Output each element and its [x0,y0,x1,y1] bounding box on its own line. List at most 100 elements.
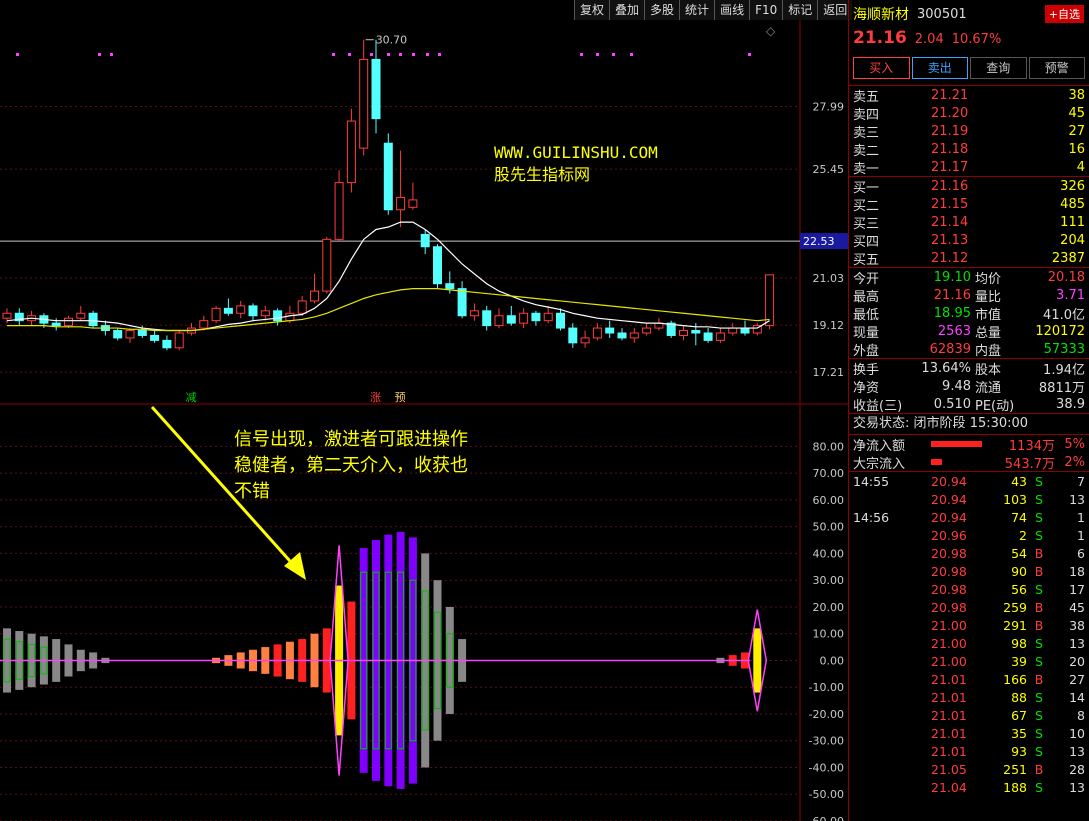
tick-side: B [1034,761,1044,777]
price-tick-label: 19.12 [813,319,845,332]
stat-value: 3.71 [1056,287,1085,303]
bid-price: 21.13 [931,232,969,248]
tick-side: B [1034,617,1044,633]
stock-title: 海顺新材 300501 +自选 [849,0,1089,28]
quote-panel: 海顺新材 300501 +自选 21.16 2.04 10.67% 买入 卖出 … [848,0,1089,821]
query-button[interactable]: 查询 [970,57,1027,79]
tick-side: S [1035,653,1043,669]
candle-body [592,327,602,339]
stat-value: 21.16 [933,287,971,303]
trade-status-value: 闭市阶段 [913,416,966,431]
tick-count: 38 [1069,617,1085,633]
toolbar-huaxian[interactable]: 画线 [714,0,750,20]
candle-body [162,339,172,349]
indicator-tick-label: 30.00 [813,574,845,587]
toolbar-fuquan[interactable]: 复权 [574,0,610,20]
tick-volume: 88 [1011,689,1027,705]
ask-row[interactable]: 卖二 21.18 16 [849,140,1089,159]
tick-side: S [1035,527,1043,543]
tick-price: 21.00 [931,653,967,669]
toolbar-tongji[interactable]: 统计 [679,0,715,20]
stat-value: 8811万 [1038,380,1085,396]
tick-count: 17 [1069,581,1085,597]
candle-body [765,274,775,327]
add-watchlist-button[interactable]: +自选 [1044,5,1084,23]
stat-value: 62839 [929,341,971,357]
marker-dot [387,53,390,56]
kline-chart[interactable]: ◇ 27.99 25.45 21.03 19.12 17.21 80.00 70.00 60.… [0,0,848,821]
bid-row[interactable]: 买二 21.15 485 [849,195,1089,214]
toolbar-f10[interactable]: F10 [749,0,783,20]
flow-row: 净流入额 1134万 5% [849,435,1089,454]
toolbar-duogu[interactable]: 多股 [644,0,680,20]
stat-label: 均价 [975,271,1002,287]
bid-label: 买四 [853,234,880,250]
marker-dot [110,53,113,56]
tick-count: 18 [1069,563,1085,579]
candle-body [174,332,184,349]
flow-bar [931,459,942,465]
ask-row[interactable]: 卖三 21.19 27 [849,122,1089,141]
tick-volume: 39 [1011,653,1027,669]
candle-body [691,330,701,334]
ask-list: 卖五 21.21 38 卖四 21.20 45 卖三 21.19 27 卖二 21.18 16 卖一 21… [849,86,1089,177]
tick-volume: 35 [1011,725,1027,741]
stock-code: 300501 [917,6,967,22]
flow-pct: 2% [1064,454,1085,470]
stat-label: 最低 [853,307,880,323]
stat-value: 38.9 [1056,396,1085,412]
flow-value: 543.7万 [1004,456,1055,472]
bid-label: 买二 [853,198,880,214]
tick-list[interactable]: 14:55 20.94 43 S 7 20.94 103 S 13 14:56 20.94 74 S 1 2… [849,472,1089,796]
indicator-tick-label: 40.00 [813,547,845,560]
candle-body [740,327,750,334]
indicator-tick-label: -60.00 [809,815,844,821]
alert-button[interactable]: 预警 [1028,57,1085,79]
candle-body [629,332,639,339]
tick-price: 21.01 [931,707,967,723]
candle-body [457,288,467,317]
price-row: 21.16 2.04 10.67% [849,28,1089,54]
bid-row[interactable]: 买四 21.13 204 [849,231,1089,250]
bid-row[interactable]: 买五 21.12 2387 [849,249,1089,268]
signal-tag: 减 [186,391,197,404]
marker-dot [438,53,441,56]
signal-tag: 预 [395,391,406,404]
tick-volume: 43 [1011,473,1027,489]
price-tick-label: 21.03 [813,272,845,285]
ask-row[interactable]: 卖四 21.20 45 [849,104,1089,123]
stat-value: 9.48 [942,378,971,394]
tick-count: 1 [1077,527,1085,543]
candle-body [88,312,98,327]
stat-label: 流通 [975,380,1002,396]
bid-row[interactable]: 买三 21.14 111 [849,213,1089,232]
price-tick-label: 27.99 [813,101,845,114]
bid-row[interactable]: 买一 21.16 326 [849,177,1089,196]
tick-row: 21.01 67 S 8 [849,706,1089,724]
chart-toolbar: 复权 叠加 多股 统计 画线 F10 标记 返回 [574,0,853,20]
stat-label: 总量 [975,325,1002,341]
candle-body [383,142,393,211]
candle-body [371,58,381,120]
ask-price: 21.17 [931,159,969,175]
ask-row[interactable]: 卖一 21.17 4 [849,158,1089,177]
tick-volume: 67 [1011,707,1027,723]
indicator-tick-label: -40.00 [809,761,844,774]
marker-dot [16,53,19,56]
candle-body [519,312,529,324]
candle-body [76,312,86,319]
fund-row: 净资 9.48 流通 8811万 [849,377,1089,396]
sell-button[interactable]: 卖出 [911,57,968,79]
trade-status-label: 交易状态: [853,416,910,431]
flow-pct: 5% [1064,436,1085,452]
note-line-1: 信号出现，激进者可跟进操作 [234,429,468,450]
toolbar-biaoji[interactable]: 标记 [782,0,818,20]
buy-button[interactable]: 买入 [853,57,910,79]
candle-body [715,332,725,341]
fund-row: 换手 13.64% 股本 1.94亿 [849,359,1089,378]
stat-label: 净资 [853,380,880,396]
marker-dot [98,53,101,56]
toolbar-diejia[interactable]: 叠加 [609,0,645,20]
tick-count: 28 [1069,761,1085,777]
ask-row[interactable]: 卖五 21.21 38 [849,86,1089,105]
